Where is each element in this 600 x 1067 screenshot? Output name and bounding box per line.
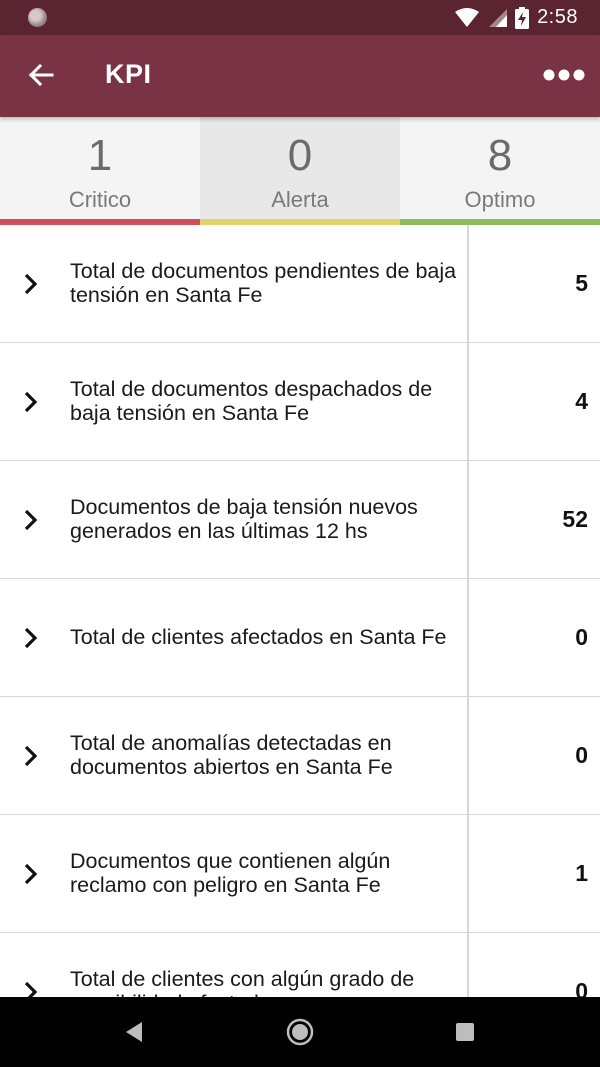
nav-home-button[interactable] xyxy=(282,1014,318,1050)
back-button[interactable] xyxy=(18,52,64,98)
summary-tab-alerta[interactable]: 0 Alerta xyxy=(200,117,400,225)
nav-recents-button[interactable] xyxy=(447,1014,483,1050)
kpi-row[interactable]: Total de documentos despachados de baja … xyxy=(0,343,600,461)
signal-icon xyxy=(489,8,508,27)
kpi-label: Total de clientes afectados en Santa Fe xyxy=(70,624,447,649)
kpi-label: Total de clientes con algún grado de sen… xyxy=(70,967,415,997)
chevron-right-icon xyxy=(18,697,44,814)
kpi-row[interactable]: Total de documentos pendientes de baja t… xyxy=(0,225,600,343)
kpi-value: 4 xyxy=(575,388,588,414)
kpi-value: 0 xyxy=(575,624,588,650)
app-bar: KPI xyxy=(0,35,600,117)
column-divider xyxy=(467,579,469,696)
chevron-right-icon xyxy=(18,225,44,342)
system-nav-bar xyxy=(0,997,600,1067)
kpi-row[interactable]: Documentos de baja tensión nuevos genera… xyxy=(0,461,600,579)
kpi-row[interactable]: Total de clientes con algún grado de sen… xyxy=(0,933,600,997)
chevron-right-icon xyxy=(18,461,44,578)
kpi-label: Total de documentos despachados de baja … xyxy=(70,377,433,425)
summary-label: Critico xyxy=(68,187,132,212)
kpi-label: Total de anomalías detectadas en documen… xyxy=(70,731,393,779)
status-time: 2:58 xyxy=(537,6,578,28)
column-divider xyxy=(467,933,469,997)
kpi-value: 0 xyxy=(575,742,588,768)
more-horizontal-icon xyxy=(543,69,585,81)
chevron-right-icon xyxy=(18,933,44,997)
kpi-label: Documentos de baja tensión nuevos genera… xyxy=(70,495,418,543)
kpi-value: 52 xyxy=(562,506,588,532)
kpi-value: 5 xyxy=(575,270,588,296)
more-options-button[interactable] xyxy=(540,55,588,95)
kpi-label: Documentos que contienen algún reclamo c… xyxy=(70,849,391,897)
arrow-back-icon xyxy=(28,63,54,87)
column-divider xyxy=(467,343,469,460)
notification-icon xyxy=(28,8,47,27)
status-bar: 2:58 xyxy=(0,0,600,35)
chevron-right-icon xyxy=(18,815,44,932)
kpi-row[interactable]: Total de clientes afectados en Santa Fe … xyxy=(0,579,600,697)
column-divider xyxy=(467,697,469,814)
nav-back-button[interactable] xyxy=(116,1014,152,1050)
column-divider xyxy=(467,225,469,342)
page-title: KPI xyxy=(105,59,152,89)
kpi-label: Total de documentos pendientes de baja t… xyxy=(70,259,457,307)
kpi-summary: 1 Critico 0 Alerta 8 Optimo xyxy=(0,117,600,225)
nav-recents-icon xyxy=(456,1023,474,1041)
summary-label: Optimo xyxy=(464,187,536,212)
summary-count: 8 xyxy=(487,131,513,180)
chevron-right-icon xyxy=(18,343,44,460)
wifi-icon xyxy=(455,7,480,27)
summary-label: Alerta xyxy=(271,187,329,212)
summary-count: 1 xyxy=(87,131,113,180)
status-icons: 2:58 xyxy=(455,0,578,35)
kpi-list: Total de documentos pendientes de baja t… xyxy=(0,225,600,997)
column-divider xyxy=(467,815,469,932)
kpi-value: 1 xyxy=(575,860,588,886)
summary-tab-optimo[interactable]: 8 Optimo xyxy=(400,117,600,225)
battery-charging-icon xyxy=(515,6,530,29)
chevron-right-icon xyxy=(18,579,44,696)
column-divider xyxy=(467,461,469,578)
nav-home-icon xyxy=(286,1018,314,1046)
nav-back-icon xyxy=(126,1022,142,1042)
summary-tab-critico[interactable]: 1 Critico xyxy=(0,117,200,225)
kpi-row[interactable]: Documentos que contienen algún reclamo c… xyxy=(0,815,600,933)
kpi-value: 0 xyxy=(575,978,588,997)
summary-count: 0 xyxy=(287,131,313,180)
kpi-row[interactable]: Total de anomalías detectadas en documen… xyxy=(0,697,600,815)
